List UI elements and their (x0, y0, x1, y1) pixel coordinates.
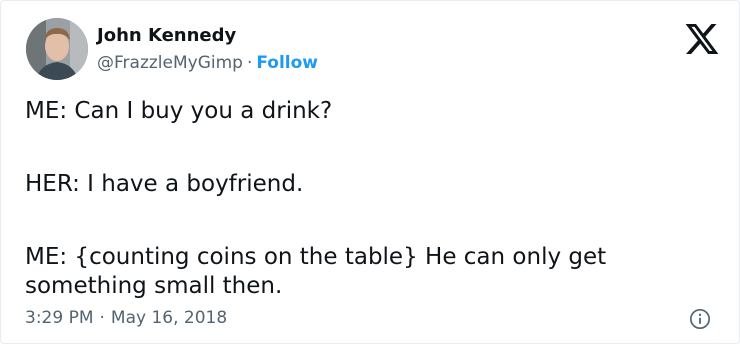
author-name[interactable]: John Kennedy (97, 25, 236, 46)
author-handle[interactable]: @FrazzleMyGimp (97, 53, 243, 73)
timestamp-separator: · (99, 308, 105, 328)
avatar-photo (26, 18, 88, 80)
x-logo-icon[interactable] (685, 24, 719, 54)
tweet-time: 3:29 PM (25, 308, 94, 328)
tweet-timestamp[interactable]: 3:29 PM · May 16, 2018 (25, 308, 227, 328)
handle-separator: · (246, 53, 253, 73)
tweet-card: John Kennedy @FrazzleMyGimp · Follow ME: C… (0, 0, 740, 344)
tweet-text: ME: Can I buy you a drink? HER: I have a… (25, 97, 725, 301)
author-meta-line: @FrazzleMyGimp · Follow (97, 53, 318, 73)
info-icon[interactable] (689, 308, 711, 330)
tweet-line: HER: I have a boyfriend. (25, 171, 304, 197)
tweet-date: May 16, 2018 (110, 308, 228, 328)
follow-button[interactable]: Follow (256, 53, 318, 73)
avatar[interactable] (26, 18, 88, 80)
tweet-line: ME: {counting coins on the table} He can… (25, 244, 607, 299)
tweet-line: ME: Can I buy you a drink? (25, 98, 333, 124)
